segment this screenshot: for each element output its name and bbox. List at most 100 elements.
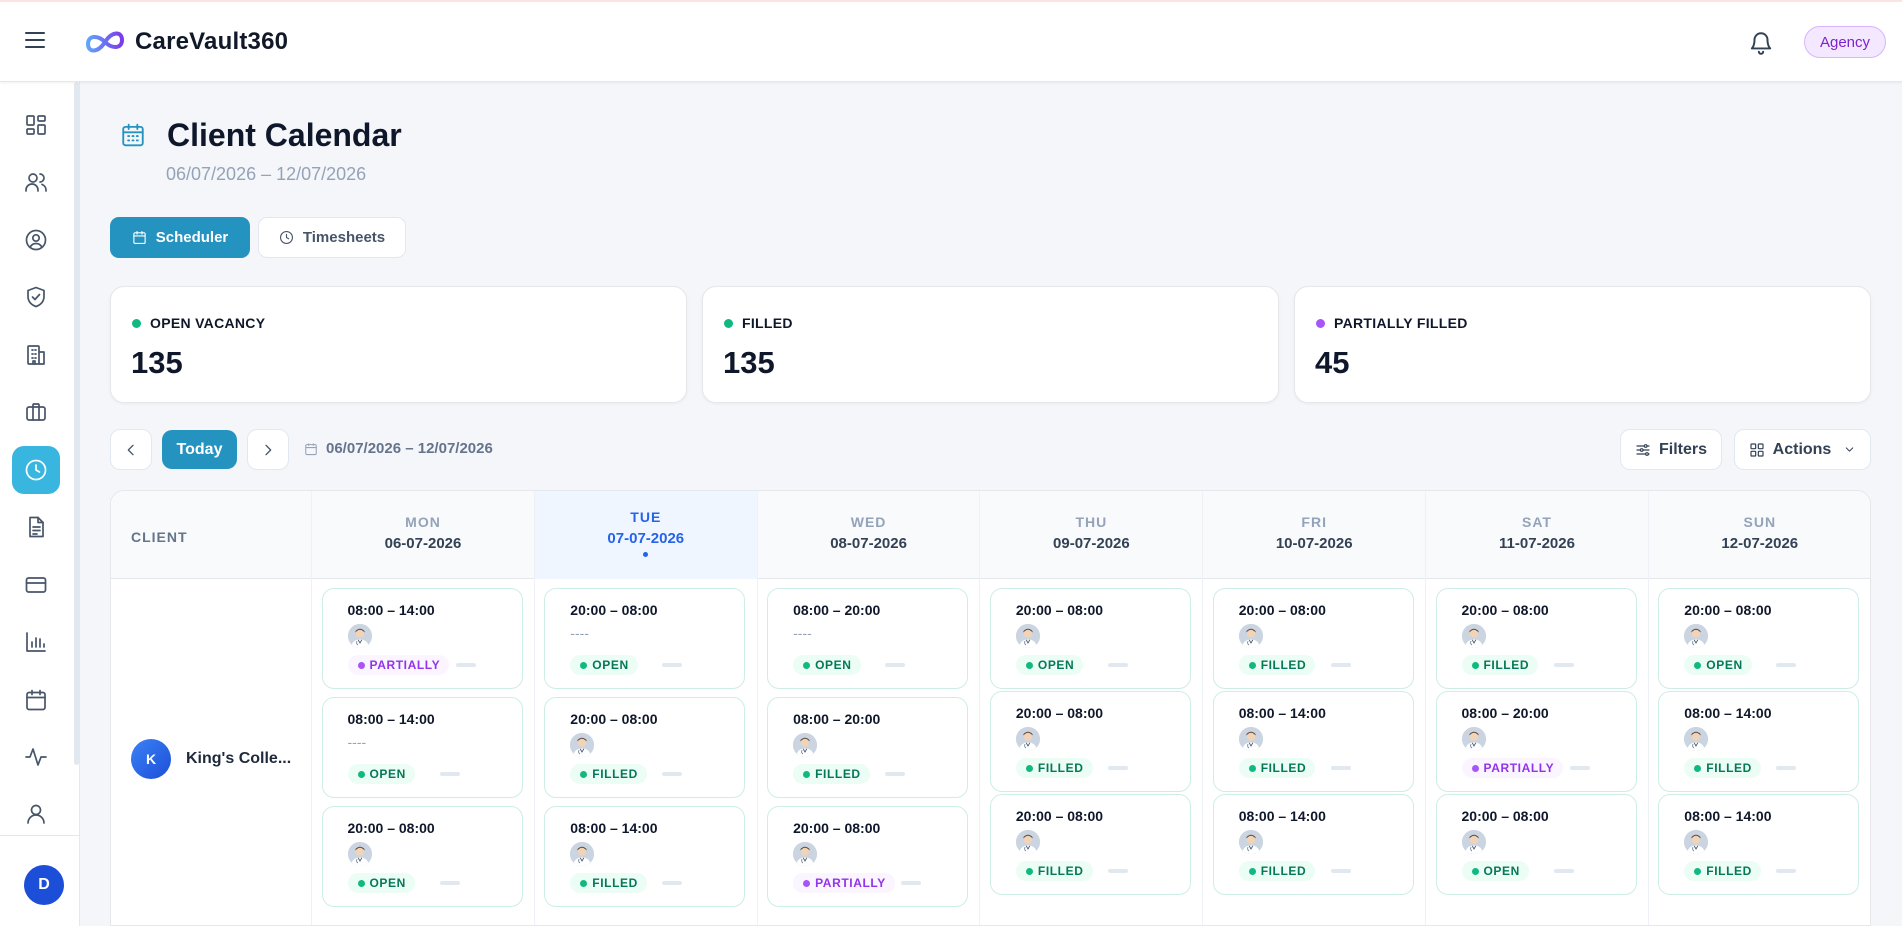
staff-avatar-icon[interactable] (1238, 830, 1263, 854)
shift-card[interactable]: 20:00 – 08:00 OPEN (989, 588, 1191, 689)
staff-avatar-icon[interactable] (1461, 830, 1486, 854)
nav-documents[interactable] (12, 503, 60, 551)
shift-card[interactable]: 20:00 – 08:00 FILLED (989, 794, 1191, 895)
staff-avatar-icon[interactable] (1461, 624, 1486, 648)
shift-time: 08:00 – 20:00 (793, 711, 881, 727)
status-badge: FILLED (1015, 861, 1093, 881)
shift-card[interactable]: 20:00 – 08:00 OPEN (321, 806, 523, 907)
grid-icon (1750, 442, 1764, 457)
day-name: TUE (630, 509, 662, 525)
nav-reports[interactable] (12, 618, 60, 666)
shift-card[interactable]: 08:00 – 20:00 ---- OPEN (767, 588, 969, 689)
nav-calendar-active[interactable] (12, 446, 60, 494)
shift-card[interactable]: 08:00 – 20:00 PARTIALLY (1435, 691, 1637, 792)
staff-avatar-icon[interactable] (1684, 727, 1709, 751)
staff-avatar-icon[interactable] (1461, 727, 1486, 751)
status-badge: FILLED (570, 764, 647, 784)
staff-avatar-icon[interactable] (347, 842, 372, 866)
nav-staff[interactable] (12, 158, 60, 206)
previous-week-button[interactable] (110, 429, 152, 470)
day-date: 07-07-2026 (607, 530, 685, 547)
shift-card[interactable]: 20:00 – 08:00 OPEN (1658, 588, 1860, 689)
shift-card[interactable]: 20:00 – 08:00 FILLED (1435, 588, 1637, 689)
user-avatar[interactable]: D (24, 865, 64, 905)
nav-billing[interactable] (12, 561, 60, 609)
fill-progress-track (1553, 663, 1574, 667)
bell-icon[interactable] (1748, 30, 1774, 56)
stat-label-text: FILLED (742, 315, 793, 331)
agency-badge[interactable]: Agency (1804, 26, 1886, 58)
nav-profile[interactable] (12, 216, 60, 264)
menu-icon[interactable] (25, 32, 45, 50)
fill-progress-track (1330, 663, 1351, 667)
chevron-down-icon (1846, 447, 1854, 452)
shift-card[interactable]: 08:00 – 14:00 FILLED (1212, 794, 1414, 895)
staff-avatar-icon[interactable] (1238, 624, 1263, 648)
tab-timesheets-label: Timesheets (302, 229, 386, 246)
staff-avatar-icon[interactable] (1015, 727, 1040, 751)
status-badge: FILLED (1238, 655, 1316, 675)
shift-card[interactable]: 08:00 – 14:00 ---- OPEN (321, 697, 523, 798)
staff-avatar-icon[interactable] (1015, 624, 1040, 648)
shift-card[interactable]: 08:00 – 14:00 FILLED (1658, 794, 1860, 895)
stat-label: PARTIALLY FILLED (1316, 315, 1468, 331)
dashboard-icon (26, 115, 46, 135)
shift-card[interactable]: 20:00 – 08:00 PARTIALLY (767, 806, 969, 907)
shift-card[interactable]: 08:00 – 14:00 FILLED (1658, 691, 1860, 792)
fill-progress-track (1569, 766, 1590, 770)
shift-card[interactable]: 20:00 – 08:00 ---- OPEN (544, 588, 746, 689)
client-cell[interactable]: K King's Colle... (131, 739, 291, 779)
shift-card[interactable]: 20:00 – 08:00 FILLED (544, 697, 746, 798)
shield-check-icon (27, 286, 45, 308)
status-badge: FILLED (570, 873, 647, 893)
staff-avatar-icon[interactable] (570, 842, 595, 866)
actions-dropdown[interactable]: Actions (1734, 429, 1871, 470)
filters-button[interactable]: Filters (1620, 429, 1722, 470)
day-name: SAT (1522, 514, 1552, 530)
chevron-left-icon (127, 444, 134, 455)
nav-dashboard[interactable] (12, 101, 60, 149)
nav-compliance[interactable] (12, 273, 60, 321)
shift-card[interactable]: 20:00 – 08:00 FILLED (989, 691, 1191, 792)
infinity-logo-icon (85, 31, 125, 53)
staff-avatar-icon[interactable] (347, 624, 372, 648)
shift-card[interactable]: 08:00 – 14:00 PARTIALLY (321, 588, 523, 689)
staff-avatar-icon[interactable] (570, 733, 595, 757)
shift-card[interactable]: 08:00 – 14:00 FILLED (1212, 691, 1414, 792)
next-week-button[interactable] (247, 429, 289, 470)
shift-card[interactable]: 20:00 – 08:00 FILLED (1212, 588, 1414, 689)
staff-avatar-icon[interactable] (793, 842, 818, 866)
tab-timesheets[interactable]: Timesheets (258, 217, 406, 258)
nav-jobs[interactable] (12, 388, 60, 436)
shift-card[interactable]: 08:00 – 20:00 FILLED (767, 697, 969, 798)
briefcase-icon (26, 403, 46, 421)
nav-activity[interactable] (12, 733, 60, 781)
stat-label-text: OPEN VACANCY (150, 315, 266, 331)
day-date: 08-07-2026 (830, 535, 907, 552)
calendar-grid: CLIENT MON 06-07-2026 TUE 07-07-2026 WED 08-0… (110, 490, 1871, 926)
shift-time: 20:00 – 08:00 (1015, 705, 1104, 721)
shift-card[interactable]: 08:00 – 14:00 FILLED (544, 806, 746, 907)
sidebar-scrollbar[interactable] (74, 82, 79, 765)
clock-icon (279, 231, 293, 244)
staff-avatar-icon[interactable] (1684, 830, 1709, 854)
top-bar: CareVault360 Agency (0, 0, 1902, 82)
staff-avatar-icon[interactable] (793, 733, 818, 757)
staff-avatar-icon[interactable] (1015, 830, 1040, 854)
shift-card[interactable]: 20:00 – 08:00 OPEN (1435, 794, 1637, 895)
shift-time: 20:00 – 08:00 (1684, 602, 1772, 618)
stat-value: 135 (723, 345, 775, 380)
nav-clients[interactable] (12, 331, 60, 379)
fill-progress-track (1776, 766, 1797, 770)
staff-avatar-icon[interactable] (1238, 727, 1263, 751)
shift-time: 08:00 – 14:00 (347, 711, 435, 727)
today-button[interactable]: Today (162, 430, 237, 469)
tab-scheduler[interactable]: Scheduler (110, 217, 250, 258)
staff-avatar-icon[interactable] (1684, 624, 1709, 648)
nav-schedule[interactable] (12, 676, 60, 724)
shift-time: 08:00 – 14:00 (1684, 705, 1772, 721)
stat-value: 135 (131, 345, 183, 380)
nav-account[interactable] (12, 790, 60, 838)
status-badge: PARTIALLY (793, 873, 895, 893)
status-badge: FILLED (1238, 861, 1316, 881)
